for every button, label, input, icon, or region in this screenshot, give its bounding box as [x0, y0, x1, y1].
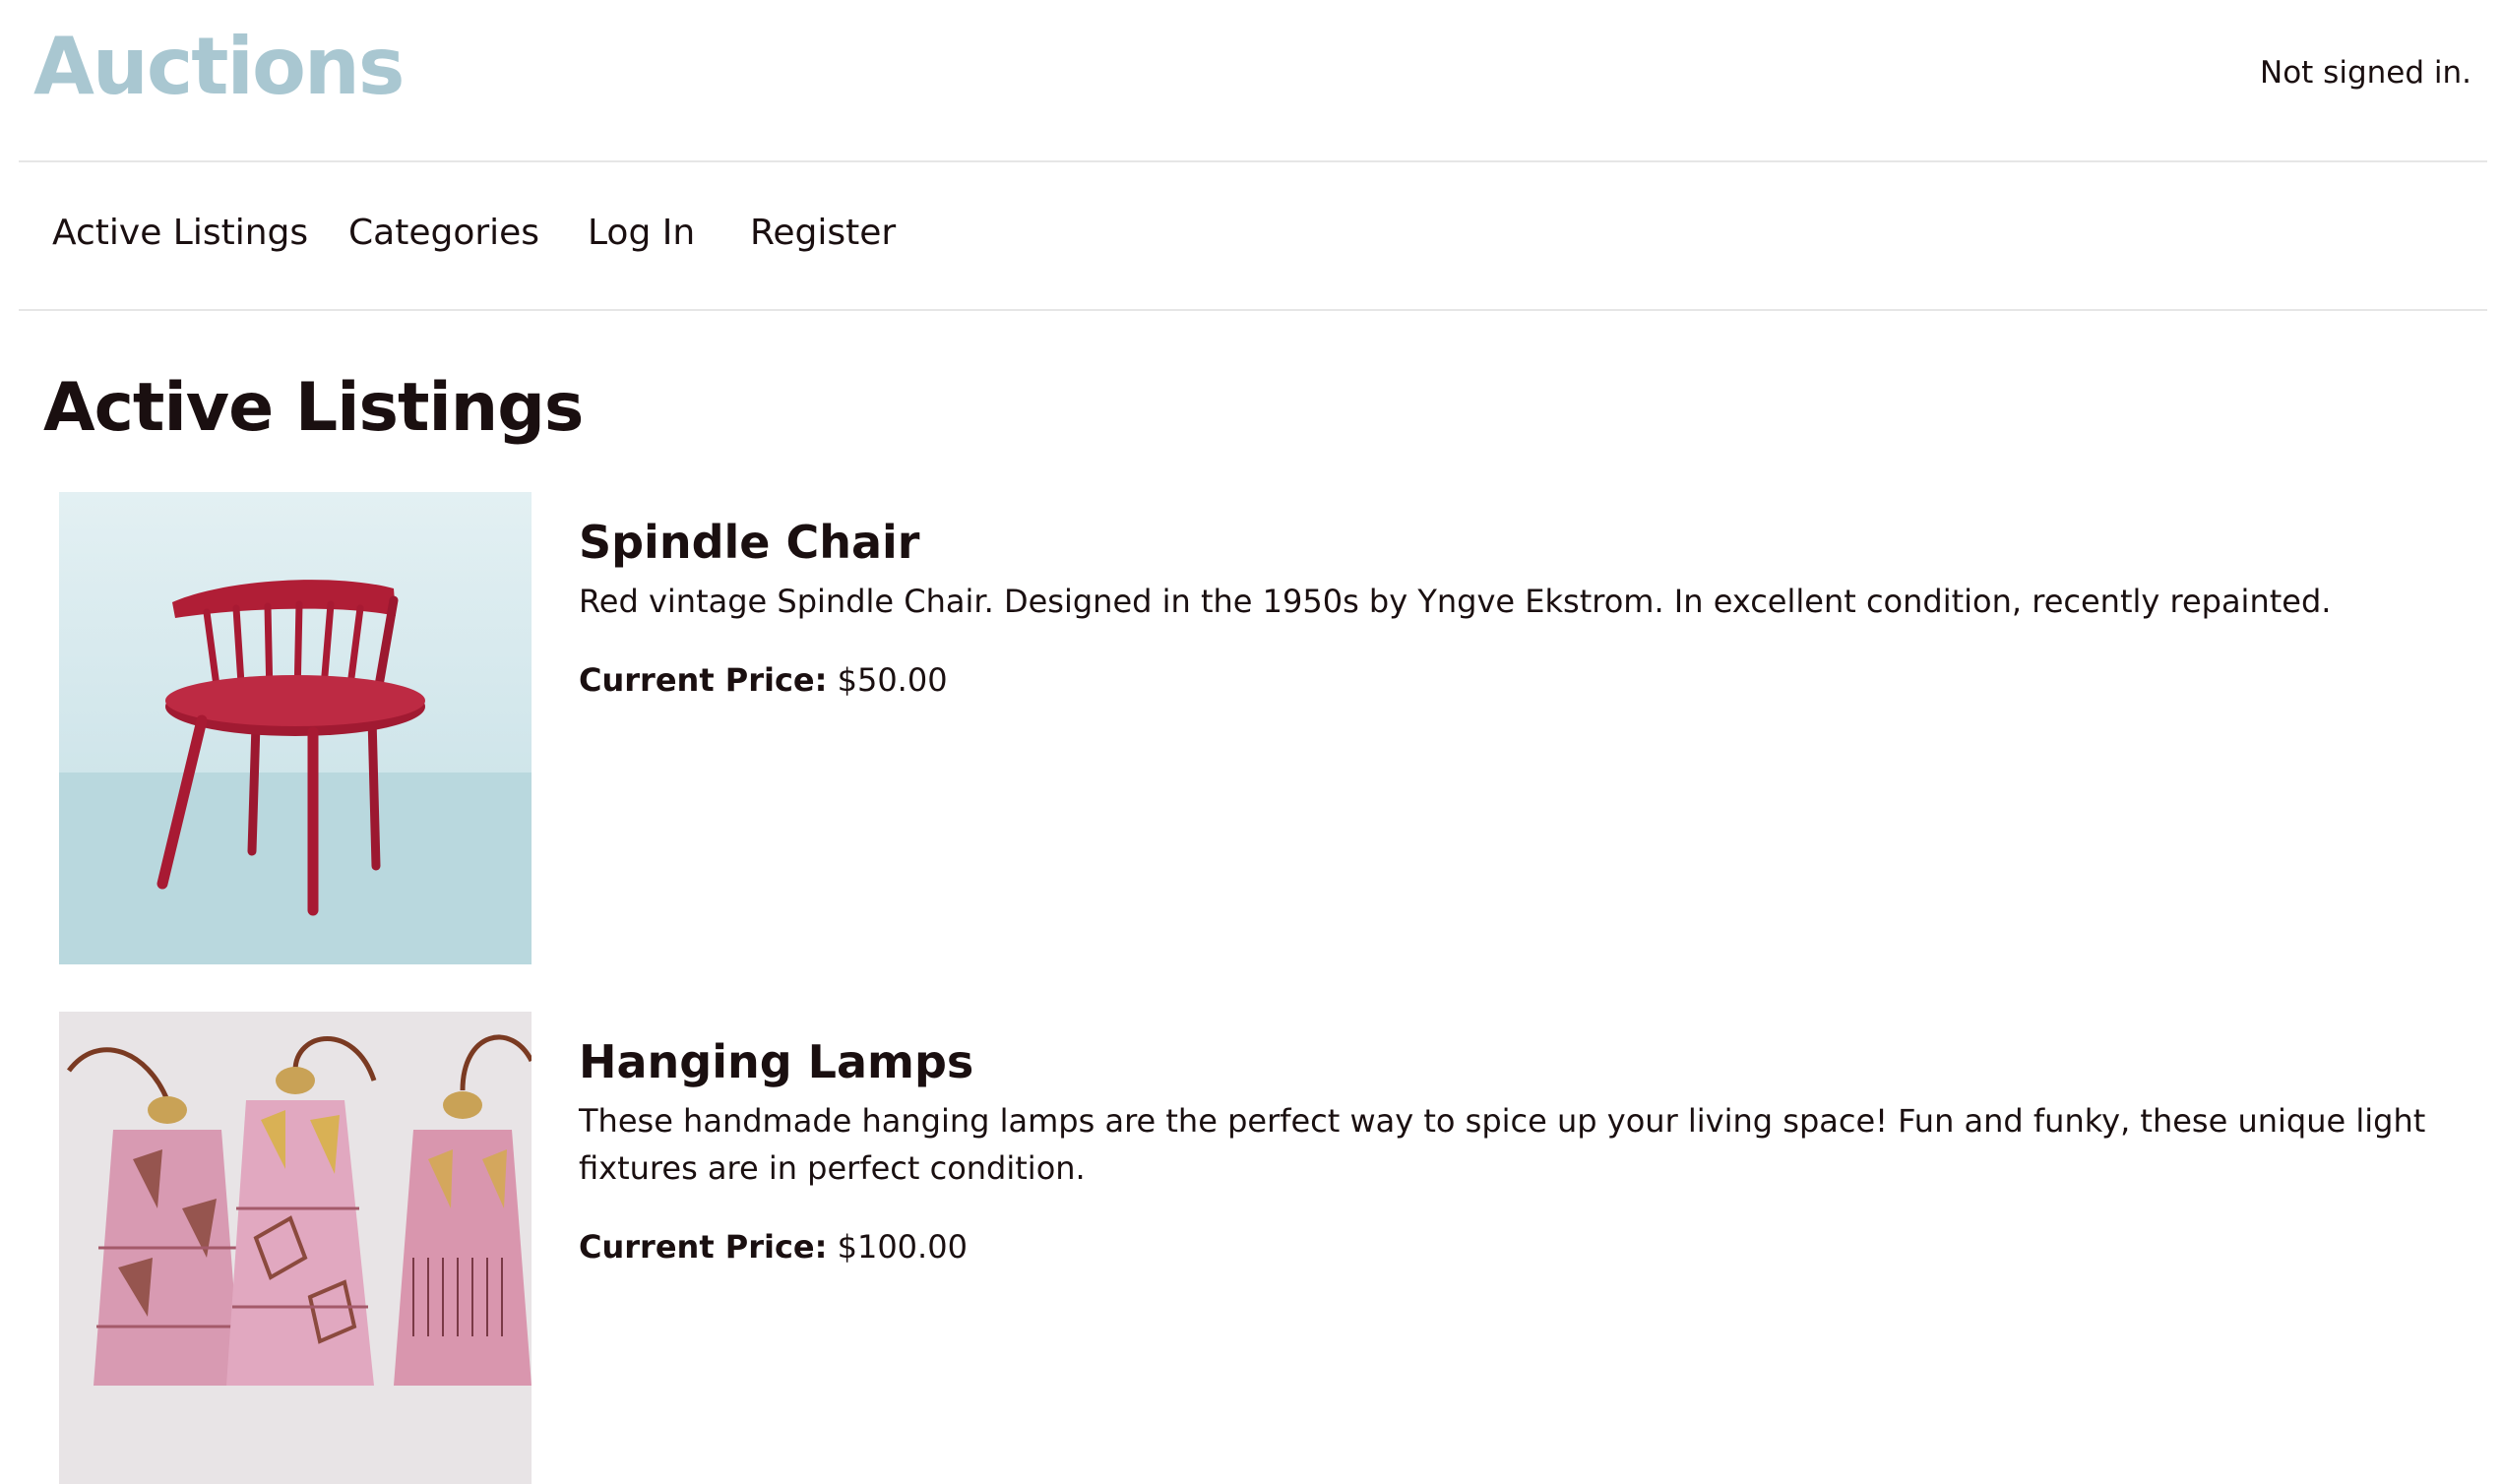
- site-header: Auctions Not signed in.: [0, 0, 2502, 160]
- price-label: Current Price:: [579, 1228, 828, 1266]
- price-value: $100.00: [837, 1228, 968, 1266]
- listing-title[interactable]: Hanging Lamps: [579, 1032, 2498, 1091]
- nav-log-in[interactable]: Log In: [588, 211, 695, 256]
- main-nav: Active Listings Categories Log In Regist…: [0, 160, 2502, 309]
- lamps-photo: [59, 1012, 532, 1484]
- listing-description: Red vintage Spindle Chair. Designed in t…: [579, 583, 2332, 620]
- listing-title[interactable]: Spindle Chair: [579, 513, 2498, 572]
- listing-item: Hanging Lamps These handmade hanging lam…: [59, 1012, 2441, 1484]
- site-logo[interactable]: Auctions: [33, 18, 405, 116]
- listing-price: Current Price: $100.00: [579, 1223, 2498, 1270]
- signin-status: Not signed in.: [2260, 55, 2471, 91]
- listing-price: Current Price: $50.00: [579, 656, 2498, 704]
- nav-register[interactable]: Register: [750, 211, 896, 256]
- nav-divider: [19, 309, 2487, 311]
- nav-categories[interactable]: Categories: [348, 211, 539, 256]
- listing-info: Spindle Chair Red vintage Spindle Chair.…: [579, 492, 2498, 704]
- listing-item: Spindle Chair Red vintage Spindle Chair.…: [59, 492, 2441, 966]
- price-label: Current Price:: [579, 661, 828, 699]
- nav-active-listings[interactable]: Active Listings: [52, 211, 308, 256]
- listing-description: These handmade hanging lamps are the per…: [579, 1102, 2426, 1187]
- listing-image[interactable]: [59, 492, 532, 964]
- page-title: Active Listings: [43, 369, 584, 447]
- chair-photo: [59, 492, 532, 964]
- price-value: $50.00: [837, 661, 948, 699]
- listing-image[interactable]: [59, 1012, 532, 1484]
- listing-info: Hanging Lamps These handmade hanging lam…: [579, 1012, 2498, 1270]
